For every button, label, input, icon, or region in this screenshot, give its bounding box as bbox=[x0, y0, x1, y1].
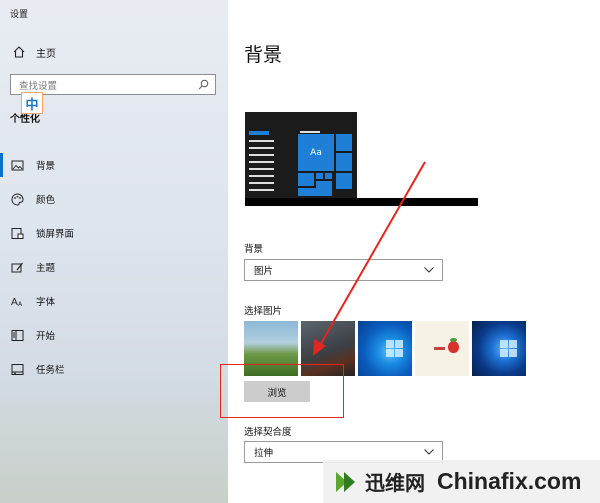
sidebar-item-colors[interactable]: 颜色 bbox=[0, 182, 228, 216]
sidebar-item-label: 锁屏界面 bbox=[36, 229, 75, 240]
start-icon bbox=[11, 329, 24, 341]
chevron-down-icon bbox=[424, 449, 434, 455]
sidebar-item-background[interactable]: 背景 bbox=[0, 148, 228, 182]
sidebar-item-label: 任务栏 bbox=[36, 365, 65, 376]
strawberry-icon bbox=[448, 341, 459, 353]
preview-tile-small bbox=[336, 153, 352, 171]
lock-screen-icon bbox=[11, 227, 24, 239]
search-placeholder: 查找设置 bbox=[19, 80, 58, 92]
home-icon bbox=[13, 46, 25, 58]
choose-picture-label: 选择图片 bbox=[244, 306, 283, 317]
sidebar-nav: 背景 颜色 锁屏界面 主题 A A 字体 开始 任务栏 bbox=[0, 148, 228, 386]
preview-tile-small bbox=[298, 188, 332, 196]
background-value: 图片 bbox=[254, 266, 274, 277]
page-title: 背景 bbox=[244, 44, 283, 66]
window-title: 设置 bbox=[10, 10, 29, 20]
palette-icon bbox=[11, 192, 24, 205]
sidebar-item-label: 字体 bbox=[36, 297, 56, 308]
watermark-en: Chinafix.com bbox=[437, 468, 582, 494]
svg-text:A: A bbox=[18, 301, 23, 308]
sidebar-item-lock-screen[interactable]: 锁屏界面 bbox=[0, 216, 228, 250]
preview-line bbox=[300, 131, 320, 133]
preview-taskbar bbox=[245, 198, 478, 206]
sidebar-item-start[interactable]: 开始 bbox=[0, 318, 228, 352]
sidebar-item-label: 主题 bbox=[36, 263, 56, 274]
home-label: 主页 bbox=[36, 48, 56, 60]
home-nav-item[interactable]: 主页 bbox=[0, 40, 228, 64]
thumbnail-windows-blue[interactable] bbox=[358, 321, 412, 376]
preview-tile-small bbox=[316, 173, 323, 179]
preview-tile-small bbox=[298, 173, 314, 186]
leaf-icon bbox=[450, 338, 457, 342]
font-icon: A A bbox=[11, 297, 23, 308]
background-label: 背景 bbox=[244, 244, 264, 255]
windows-logo-icon bbox=[500, 340, 518, 358]
fit-value: 拉伸 bbox=[254, 448, 274, 459]
thumbnail-strawberry[interactable] bbox=[415, 321, 469, 376]
ime-indicator: 中 bbox=[21, 92, 43, 114]
decor-dots bbox=[434, 347, 445, 350]
svg-text:A: A bbox=[11, 297, 18, 308]
watermark: 迅维网 Chinafix.com bbox=[323, 460, 600, 503]
preview-tile-small bbox=[336, 134, 352, 151]
sidebar-item-label: 开始 bbox=[36, 331, 56, 342]
thumbnail-windows-dark[interactable] bbox=[472, 321, 526, 376]
main-content: 背景 Aa 背景 图片 选择图片 浏览 选择契合度 拉伸 bbox=[228, 0, 600, 503]
sidebar-item-themes[interactable]: 主题 bbox=[0, 250, 228, 284]
sidebar-item-label: 颜色 bbox=[36, 195, 56, 206]
sidebar-item-fonts[interactable]: A A 字体 bbox=[0, 284, 228, 318]
sidebar-item-taskbar[interactable]: 任务栏 bbox=[0, 352, 228, 386]
preview-tile-small bbox=[325, 173, 332, 179]
chevron-down-icon bbox=[424, 267, 434, 273]
sidebar-item-label: 背景 bbox=[36, 161, 56, 172]
windows-logo-icon bbox=[386, 340, 404, 358]
background-dropdown[interactable]: 图片 bbox=[244, 259, 443, 281]
annotation-highlight-box bbox=[220, 364, 344, 418]
settings-sidebar: 设置 主页 查找设置 个性化 中 背景 颜色 锁屏界面 主题 A A 字体 开始… bbox=[0, 0, 228, 503]
preview-start-list bbox=[249, 131, 274, 196]
watermark-cn: 迅维网 bbox=[365, 471, 425, 495]
search-icon[interactable] bbox=[198, 79, 209, 90]
image-icon bbox=[11, 160, 24, 170]
watermark-logo-icon bbox=[336, 471, 355, 492]
preview-tile: Aa bbox=[298, 134, 334, 171]
fit-label: 选择契合度 bbox=[244, 427, 292, 438]
taskbar-icon bbox=[11, 363, 24, 375]
desktop-preview: Aa bbox=[245, 112, 478, 206]
theme-icon bbox=[11, 262, 23, 272]
preview-tile-small bbox=[336, 173, 352, 189]
